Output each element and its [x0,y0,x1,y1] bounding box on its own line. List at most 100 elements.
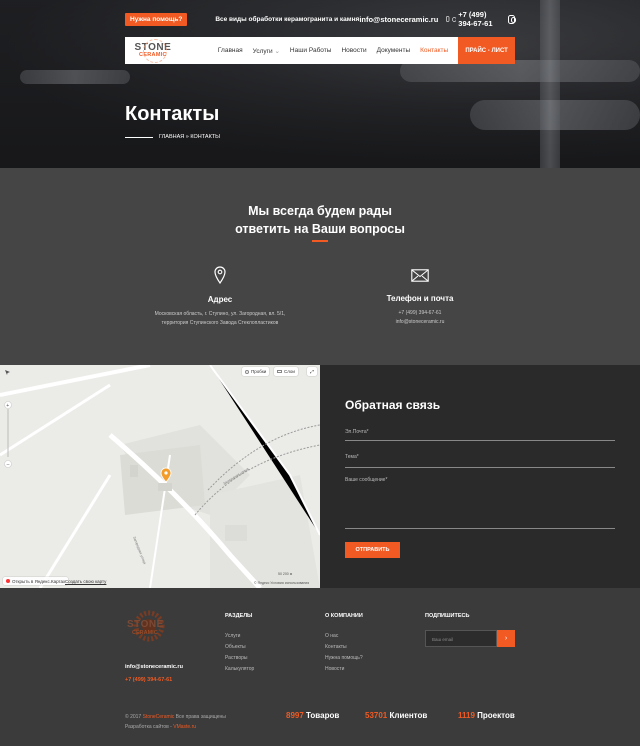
footer-sections-list: Услуги Объекты Растворы Калькулятор [225,631,254,675]
footer-link-about[interactable]: О нас [325,633,338,639]
footer-link-objects[interactable]: Объекты [225,644,246,650]
yandex-map[interactable]: Загородная улица Загородная улица + – Пр… [0,365,320,588]
traffic-button[interactable]: Пробки [242,367,270,376]
arrow-right-icon: › [504,635,508,642]
copyright-brand: StoneCeramic [142,714,175,720]
email-field-placeholder: Эл.Почта* [345,429,369,435]
feedback-form: Обратная связь Эл.Почта* Тема* Ваше сооб… [320,365,640,588]
nav-menu: Главная Услуги ⌄ Наши Работы Новости Док… [218,47,458,55]
nav-item-services-label: Услуги [252,47,273,55]
instagram-icon[interactable] [508,14,516,24]
footer-subscribe-title: ПОДПИШИТЕСЬ [425,613,470,619]
svg-text:–: – [7,462,10,468]
location-pin-icon [214,266,226,285]
background-pipe [20,70,130,84]
nav-item-documents[interactable]: Документы [377,47,411,55]
footer-link-news[interactable]: Новости [325,666,344,672]
address-block: Адрес Московская область, г. Ступино, ул… [120,266,320,328]
send-button[interactable]: ОТПРАВИТЬ [345,542,400,558]
phone-email-text: +7 (499) 394-67-61 info@stoneceramic.ru [320,309,520,327]
stat-clients-label: Клиентов [389,711,428,720]
svg-text:+: + [6,403,9,409]
footer-link-help[interactable]: Нужна помощь? [325,655,363,661]
traffic-icon [245,369,249,374]
footer-phone-link[interactable]: +7 (499) 394-67-61 [125,677,172,683]
price-list-button[interactable]: ПРАЙС - ЛИСТ [458,37,515,64]
address-line-1: Московская область, г. Ступино, ул. Заго… [154,311,286,317]
breadcrumb: ГЛАВНАЯ » КОНТАКТЫ [125,134,220,140]
breadcrumb-link[interactable]: ГЛАВНАЯ » КОНТАКТЫ [159,134,220,140]
stat-projects: 1119 Проектов [458,711,515,720]
footer-sections-title: РАЗДЕЛЫ [225,613,253,619]
layers-label: Слои [284,369,295,374]
footer-link-calculator[interactable]: Калькулятор [225,666,254,672]
layers-icon [277,370,282,373]
heading-line-1: Мы всегда будем рады [248,204,392,218]
main-navbar: STONE CERAMIC Главная Услуги ⌄ Наши Рабо… [125,37,515,64]
footer-email-link[interactable]: info@stoneceramic.ru [125,664,183,670]
subscribe-email-placeholder: Ваш email [432,637,454,642]
open-in-yandex-link[interactable]: Открыть в Яндекс.Картах [3,577,69,585]
section-heading: Мы всегда будем рады ответить на Ваши во… [0,202,640,238]
message-field[interactable]: Ваше сообщение* [345,477,615,529]
breadcrumb-line [125,136,153,138]
tagline: Все виды обработки керамогранита и камня [215,15,360,23]
contact-phone-link[interactable]: +7 (499) 394-67-61 [399,310,442,316]
nav-item-works[interactable]: Наши Работы [290,47,332,55]
copyright-year: © 2017 [125,714,142,720]
whatsapp-icon [451,16,457,22]
subscribe-email-input[interactable]: Ваш email [425,630,497,647]
header-email-link[interactable]: info@stoneceramic.ru [359,15,438,24]
map-scale: 50 200 м [278,572,292,576]
footer-company-list: О нас Контакты Нужна помощь? Новости [325,631,363,675]
copyright-rights: Все права защищены [175,714,226,720]
open-in-yandex-label: Открыть в Яндекс.Картах [12,578,66,584]
stat-clients: 53701 Клиентов [365,711,427,720]
developer-prefix: Разработка сайтов - [125,724,172,730]
address-title: Адрес [207,295,233,304]
contact-email-link[interactable]: info@stoneceramic.ru [396,319,445,325]
stat-products: 8997 Товаров [286,711,339,720]
footer-link-contacts[interactable]: Контакты [325,644,347,650]
nav-item-news[interactable]: Новости [341,47,366,55]
hero-banner: Нужна помощь? Все виды обработки керамог… [0,0,640,168]
page-title: Контакты [125,103,220,125]
phone-email-block: Телефон и почта +7 (499) 394-67-61 info@… [320,266,520,327]
header-phone[interactable]: +7 (499) 394-67-61 [446,10,501,28]
stat-projects-label: Проектов [477,711,515,720]
create-map-link[interactable]: Создать свою карту [65,579,106,584]
nav-item-services[interactable]: Услуги ⌄ [253,47,280,55]
footer-logo-text: STONE [127,619,164,630]
map-scale-value: 200 м [282,572,293,576]
stat-clients-number: 53701 [365,711,388,720]
email-field[interactable]: Эл.Почта* [345,429,615,441]
address-line-2: территория Ступинского Завода Стеклоплас… [161,320,279,326]
subscribe-button[interactable]: › [497,630,515,647]
developer-link[interactable]: VMaste.ru [173,724,196,730]
stat-projects-number: 1119 [458,711,475,720]
traffic-label: Пробки [251,369,267,374]
map-terms[interactable]: © Яндекс Условия использования [254,581,309,585]
top-bar: Нужна помощь? Все виды обработки керамог… [125,10,516,28]
site-logo[interactable]: STONE CERAMIC [125,37,181,64]
heading-underline [312,240,328,242]
subject-field-placeholder: Тема* [345,454,359,460]
yandex-icon [6,579,10,583]
message-field-placeholder: Ваше сообщение* [345,477,388,483]
subject-field[interactable]: Тема* [345,454,615,468]
footer-logo[interactable]: STONE CERAMIC [125,608,173,648]
footer-link-mixes[interactable]: Растворы [225,655,248,661]
layers-button[interactable]: Слои [274,367,298,376]
nav-item-contacts[interactable]: Контакты [420,47,448,55]
stat-products-number: 8997 [286,711,304,720]
map-canvas[interactable]: Загородная улица Загородная улица + – [0,365,320,588]
help-button[interactable]: Нужна помощь? [125,12,188,26]
contact-intro-section: Мы всегда будем рады ответить на Ваши во… [0,168,640,365]
site-footer: STONE CERAMIC info@stoneceramic.ru +7 (4… [0,588,640,746]
footer-logo-subtext: CERAMIC [132,630,158,636]
footer-link-services[interactable]: Услуги [225,633,240,639]
copyright: © 2017 StoneCeramic Все права защищены Р… [125,712,226,732]
nav-item-home[interactable]: Главная [218,47,243,55]
map-scale-prefix: 50 [278,572,282,576]
fullscreen-icon[interactable]: ⤢ [307,367,317,376]
